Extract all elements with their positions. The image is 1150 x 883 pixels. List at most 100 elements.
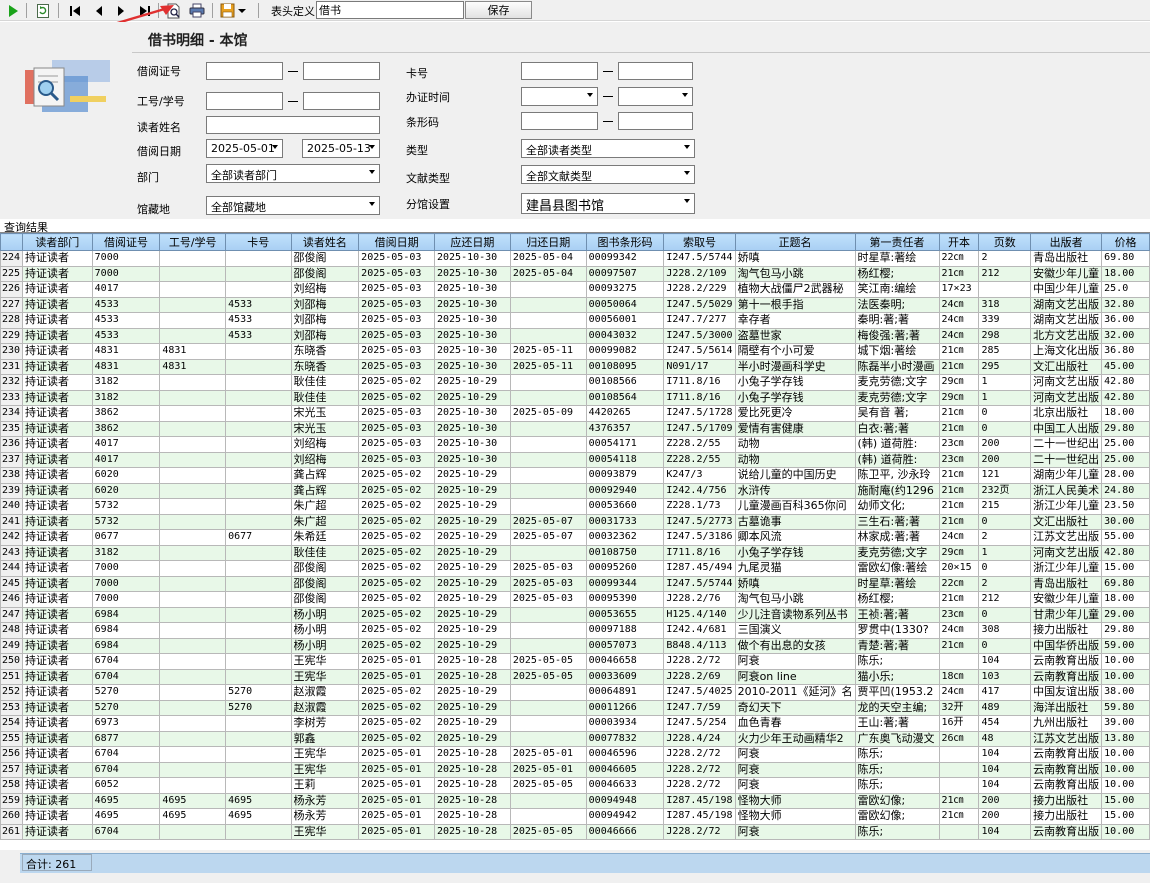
- table-cell[interactable]: [509, 281, 587, 298]
- table-cell[interactable]: 00093879: [585, 467, 665, 484]
- table-cell[interactable]: 罗贯中(1330?: [854, 622, 940, 639]
- table-cell[interactable]: 29㎝: [938, 389, 980, 406]
- table-cell[interactable]: 29.80: [1101, 420, 1150, 437]
- table-cell[interactable]: 说给儿童的中国历史: [734, 467, 856, 484]
- table-row[interactable]: 259 持证读者 4695 4695 4695 杨永芳 2025-05-01 2025-10-…: [0, 792, 1150, 809]
- table-cell[interactable]: 4533: [91, 327, 161, 344]
- table-row[interactable]: 261 持证读者 6704 王宪华 2025-05-01 2025-10-28 2025-0…: [0, 823, 1150, 840]
- table-cell[interactable]: 持证读者: [21, 513, 93, 530]
- table-cell[interactable]: 持证读者: [21, 746, 93, 763]
- table-cell[interactable]: 安徽少年儿童: [1030, 265, 1103, 282]
- table-row[interactable]: 256 持证读者 6704 王宪华 2025-05-01 2025-10-28 2025-0…: [0, 746, 1150, 763]
- table-cell[interactable]: 持证读者: [21, 296, 93, 313]
- table-cell[interactable]: 雷欧幻像:著绘: [854, 560, 940, 577]
- doc-type-select[interactable]: 全部文献类型: [521, 165, 695, 184]
- table-cell[interactable]: 4831: [91, 343, 161, 360]
- table-cell[interactable]: 200: [978, 451, 1032, 468]
- table-cell[interactable]: 青楚:著;著: [854, 637, 940, 654]
- table-cell[interactable]: [225, 761, 292, 778]
- table-cell[interactable]: [159, 699, 227, 716]
- table-cell[interactable]: [225, 544, 292, 561]
- table-cell[interactable]: 青岛出版社: [1030, 575, 1103, 592]
- table-cell[interactable]: 48: [978, 730, 1032, 747]
- table-cell[interactable]: 5270: [91, 684, 161, 701]
- table-cell[interactable]: 4533: [225, 327, 292, 344]
- table-cell[interactable]: 持证读者: [21, 668, 93, 685]
- table-cell[interactable]: [509, 498, 587, 515]
- table-cell[interactable]: 2025-05-11: [509, 358, 587, 375]
- table-cell[interactable]: 持证读者: [21, 312, 93, 329]
- table-cell[interactable]: 贾平凹(1953.2: [854, 684, 940, 701]
- table-cell[interactable]: 王山:著;著: [854, 715, 940, 732]
- table-cell[interactable]: 39.00: [1101, 715, 1150, 732]
- dropdown-arrow-icon[interactable]: [236, 2, 248, 19]
- table-cell[interactable]: [225, 560, 292, 577]
- table-cell[interactable]: [159, 575, 227, 592]
- column-header[interactable]: 开本: [938, 233, 980, 251]
- table-cell[interactable]: [159, 777, 227, 794]
- table-cell[interactable]: 2025-10-30: [434, 358, 511, 375]
- table-cell[interactable]: [509, 327, 587, 344]
- table-cell[interactable]: 持证读者: [21, 529, 93, 546]
- table-row[interactable]: 244 持证读者 7000 邵俊阁 2025-05-02 2025-10-29 2025-0…: [0, 560, 1150, 577]
- table-cell[interactable]: 4831: [91, 358, 161, 375]
- table-cell[interactable]: 00033609: [585, 668, 665, 685]
- table-cell[interactable]: 青岛出版社: [1030, 250, 1103, 267]
- table-cell[interactable]: 417: [978, 684, 1032, 701]
- table-cell[interactable]: 持证读者: [21, 498, 93, 515]
- table-cell[interactable]: 第十一根手指: [734, 296, 856, 313]
- table-cell[interactable]: [159, 281, 227, 298]
- table-cell[interactable]: 7000: [91, 575, 161, 592]
- table-cell[interactable]: 时星草:著绘: [854, 250, 940, 267]
- table-cell[interactable]: 4831: [159, 343, 227, 360]
- table-cell[interactable]: 白衣:著;著: [854, 420, 940, 437]
- table-cell[interactable]: 持证读者: [21, 560, 93, 577]
- table-cell[interactable]: J228.2/72: [663, 746, 736, 763]
- table-cell[interactable]: J228.2/72: [663, 653, 736, 670]
- table-cell[interactable]: I242.4/681: [663, 622, 736, 639]
- refresh-icon[interactable]: [34, 2, 52, 19]
- table-cell[interactable]: 10.00: [1101, 761, 1150, 778]
- table-cell[interactable]: 猫小乐;: [854, 668, 940, 685]
- table-cell[interactable]: 云南教育出版: [1030, 823, 1103, 840]
- table-cell[interactable]: 邵俊阁: [290, 265, 360, 282]
- table-cell[interactable]: 2025-10-29: [434, 482, 511, 499]
- table-cell[interactable]: Z228.1/73: [663, 498, 736, 515]
- table-cell[interactable]: 2025-05-02: [358, 467, 435, 484]
- table-row[interactable]: 236 持证读者 4017 刘绍梅 2025-05-03 2025-10-30 000541…: [0, 436, 1150, 453]
- table-cell[interactable]: 18.00: [1101, 265, 1150, 282]
- table-cell[interactable]: 10.00: [1101, 746, 1150, 763]
- table-cell[interactable]: [225, 513, 292, 530]
- issue-time-from-picker[interactable]: [521, 87, 598, 106]
- table-cell[interactable]: 2025-10-29: [434, 730, 511, 747]
- table-cell[interactable]: 王宪华: [290, 746, 360, 763]
- table-cell[interactable]: [225, 575, 292, 592]
- table-cell[interactable]: I247.7/59: [663, 699, 736, 716]
- table-cell[interactable]: 00053660: [585, 498, 665, 515]
- table-cell[interactable]: 持证读者: [21, 343, 93, 360]
- table-cell[interactable]: 湖南文艺出版: [1030, 312, 1103, 329]
- table-cell[interactable]: J228.2/72: [663, 823, 736, 840]
- table-cell[interactable]: 持证读者: [21, 327, 93, 344]
- table-cell[interactable]: 3182: [91, 374, 161, 391]
- table-cell[interactable]: 小兔子学存钱: [734, 374, 856, 391]
- table-cell[interactable]: 杨永芳: [290, 792, 360, 809]
- table-row[interactable]: 227 持证读者 4533 4533 刘邵梅 2025-05-03 2025-10-30 00…: [0, 296, 1150, 313]
- table-cell[interactable]: 00093275: [585, 281, 665, 298]
- table-cell[interactable]: 4533: [225, 312, 292, 329]
- table-cell[interactable]: [159, 312, 227, 329]
- table-cell[interactable]: 25.00: [1101, 451, 1150, 468]
- table-cell[interactable]: 2025-10-29: [434, 684, 511, 701]
- table-cell[interactable]: 杨小明: [290, 622, 360, 639]
- table-row[interactable]: 228 持证读者 4533 4533 刘邵梅 2025-05-03 2025-10-30 00…: [0, 312, 1150, 329]
- table-row[interactable]: 245 持证读者 7000 邵俊阁 2025-05-02 2025-10-29 2025-0…: [0, 575, 1150, 592]
- table-cell[interactable]: 江苏文艺出版: [1030, 730, 1103, 747]
- table-cell[interactable]: [938, 777, 980, 794]
- table-cell[interactable]: [509, 482, 587, 499]
- table-row[interactable]: 257 持证读者 6704 王宪华 2025-05-01 2025-10-28 2025-0…: [0, 761, 1150, 778]
- table-cell[interactable]: 云南教育出版: [1030, 668, 1103, 685]
- table-cell[interactable]: [159, 529, 227, 546]
- table-row[interactable]: 243 持证读者 3182 耿佳佳 2025-05-02 2025-10-29 001087…: [0, 544, 1150, 561]
- save-button[interactable]: 保存: [465, 1, 532, 19]
- table-cell[interactable]: 接力出版社: [1030, 622, 1103, 639]
